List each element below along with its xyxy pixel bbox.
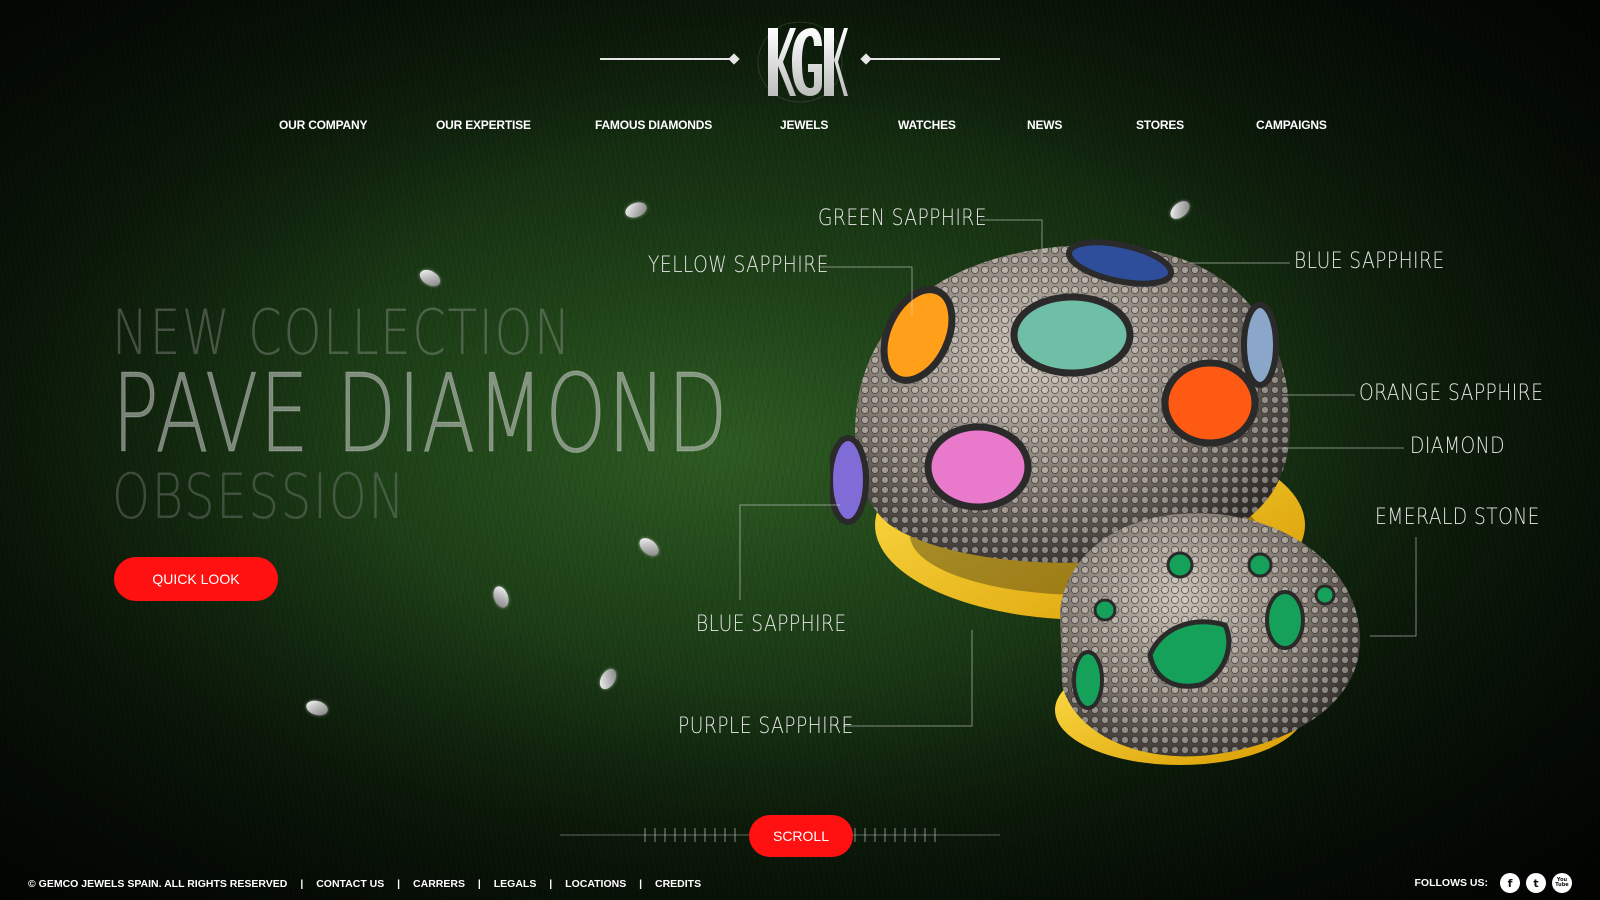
- callout-green-sapphire: GREEN SAPPHIRE: [818, 206, 987, 231]
- facebook-icon[interactable]: f: [1500, 873, 1520, 893]
- footer-link-locations[interactable]: LOCATIONS: [565, 878, 626, 890]
- footer-link-contact-us[interactable]: CONTACT US: [316, 878, 384, 890]
- hero-title: PAVE DIAMOND: [112, 352, 729, 478]
- social-follow: FOLLOWS US: f t You Tube: [1414, 872, 1572, 894]
- callout-yellow-sapphire: YELLOW SAPPHIRE: [648, 253, 829, 278]
- footer-link-carrers[interactable]: CARRERS: [413, 878, 465, 890]
- youtube-icon[interactable]: You Tube: [1552, 873, 1572, 893]
- emerald-stone: [1072, 650, 1104, 710]
- footer: © GEMCO JEWELS SPAIN. ALL RIGHTS RESERVE…: [28, 878, 702, 890]
- follow-label: FOLLOWS US:: [1414, 877, 1489, 889]
- quick-look-button[interactable]: QUICK LOOK: [114, 557, 278, 601]
- callout-blue-sapphire-bottom: BLUE SAPPHIRE: [696, 612, 847, 637]
- orange-sapphire-stone: [1161, 359, 1259, 447]
- callout-purple-sapphire: PURPLE SAPPHIRE: [678, 714, 854, 739]
- loose-diamond: [304, 698, 330, 718]
- nav-item-our-company[interactable]: OUR COMPANY: [279, 118, 367, 132]
- loose-diamond: [636, 534, 662, 560]
- page: OUR COMPANY OUR EXPERTISE FAMOUS DIAMOND…: [0, 0, 1600, 900]
- green-sapphire-stone: [1010, 293, 1134, 377]
- loose-diamond: [623, 199, 649, 221]
- purple-sapphire-stone: [830, 435, 869, 525]
- nav-item-our-expertise[interactable]: OUR EXPERTISE: [436, 118, 531, 132]
- footer-link-legals[interactable]: LEGALS: [494, 878, 537, 890]
- logo-divider-left: [600, 53, 740, 65]
- side-sapphire-stone: [1241, 302, 1279, 388]
- logo[interactable]: [750, 16, 850, 106]
- kgk-logo-icon: [757, 21, 848, 103]
- loose-diamond: [1167, 197, 1193, 223]
- nav-item-campaigns[interactable]: CAMPAIGNS: [1256, 118, 1327, 132]
- footer-link-credits[interactable]: CREDITS: [655, 878, 701, 890]
- loose-diamond: [490, 584, 512, 610]
- emerald-stone: [1265, 590, 1305, 650]
- callout-blue-sapphire-top: BLUE SAPPHIRE: [1294, 249, 1445, 274]
- pink-sapphire-stone: [924, 423, 1032, 511]
- callout-orange-sapphire: ORANGE SAPPHIRE: [1359, 381, 1544, 406]
- callout-diamond: DIAMOND: [1410, 434, 1505, 459]
- nav-item-stores[interactable]: STORES: [1136, 118, 1184, 132]
- rings-product-image[interactable]: [830, 235, 1390, 795]
- hero-subtitle-obsession: OBSESSION: [112, 460, 407, 533]
- loose-diamond: [416, 266, 444, 290]
- twitter-icon[interactable]: t: [1526, 873, 1546, 893]
- main-nav: OUR COMPANY OUR EXPERTISE FAMOUS DIAMOND…: [0, 118, 1600, 138]
- copyright-text: © GEMCO JEWELS SPAIN. ALL RIGHTS RESERVE…: [28, 878, 288, 890]
- scroll-button[interactable]: SCROLL: [749, 815, 853, 857]
- nav-item-watches[interactable]: WATCHES: [898, 118, 956, 132]
- nav-item-jewels[interactable]: JEWELS: [780, 118, 828, 132]
- nav-item-famous-diamonds[interactable]: FAMOUS DIAMONDS: [595, 118, 712, 132]
- logo-header: [600, 16, 1000, 106]
- logo-divider-right: [860, 53, 1000, 65]
- nav-item-news[interactable]: NEWS: [1027, 118, 1062, 132]
- callout-emerald-stone: EMERALD STONE: [1375, 505, 1540, 530]
- loose-diamond: [596, 665, 620, 693]
